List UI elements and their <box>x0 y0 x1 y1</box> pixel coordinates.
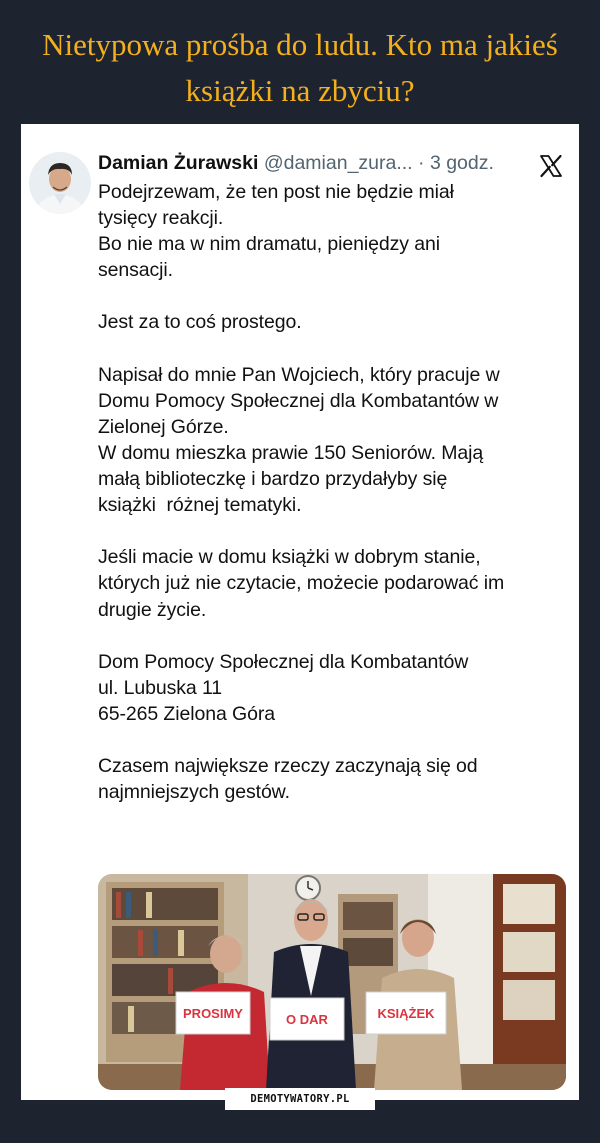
tweet-text-line: Napisał do mnie Pan Wojciech, który prac… <box>98 363 500 386</box>
tweet-text-line: 65-265 Zielona Góra <box>98 702 275 725</box>
avatar[interactable] <box>29 152 91 214</box>
tweet-text-line: drugie życie. <box>98 598 207 621</box>
sign-prosimy: PROSIMY <box>183 1006 243 1021</box>
sign-ksiazek: KSIĄŻEK <box>377 1006 435 1021</box>
tweet-text-line: najmniejszych gestów. <box>98 781 290 804</box>
tweet-text-line: małą biblioteczkę i bardzo przydałyby si… <box>98 468 448 491</box>
tweet-text-line: Jeśli macie w domu książki w dobrym stan… <box>98 546 481 569</box>
tweet-text-line: Czasem największe rzeczy zaczynają się o… <box>98 755 478 778</box>
tweet-text-line: sensacji. <box>98 259 173 282</box>
author-handle[interactable]: @damian_zura... <box>264 152 413 174</box>
tweet-text-line: Domu Pomocy Społecznej dla Kombatantów w <box>98 389 499 412</box>
tweet-text-line: Bo nie ma w nim dramatu, pieniędzy ani <box>98 233 440 256</box>
tweet-text-line: których już nie czytacie, możecie podaro… <box>98 572 505 595</box>
tweet-body: Podejrzewam, że ten post nie będzie miał… <box>98 179 573 805</box>
author-name[interactable]: Damian Żurawski <box>98 152 258 174</box>
tweet-text-line: Jest za to coś prostego. <box>98 311 302 334</box>
tweet-card: Damian Żurawski @damian_zura... · 3 godz… <box>21 124 579 1100</box>
meta-separator: · <box>418 152 425 174</box>
attached-photo[interactable]: PROSIMY O DAR KSIĄŻEK <box>98 874 566 1090</box>
tweet-text-line: książki różnej tematyki. <box>98 494 302 517</box>
page-title: Nietypowa prośba do ludu. Kto ma jakieś … <box>42 27 558 108</box>
tweet-text-line: ul. Lubuska 11 <box>98 676 222 699</box>
tweet-header: Damian Żurawski @damian_zura... · 3 godz… <box>98 148 568 178</box>
tweet-text-line: W domu mieszka prawie 150 Seniorów. Mają <box>98 441 484 464</box>
tweet-text-line: Podejrzewam, że ten post nie będzie miał <box>98 181 454 203</box>
tweet-text-line: Dom Pomocy Społecznej dla Kombatantów <box>98 650 469 673</box>
timestamp[interactable]: 3 godz. <box>430 152 494 174</box>
watermark: DEMOTYWATORY.PL <box>225 1088 375 1110</box>
tweet-text-line: Zielonej Górze. <box>98 415 229 438</box>
x-logo-icon <box>539 154 563 178</box>
sign-o-dar: O DAR <box>286 1012 329 1027</box>
tweet-text-line: tysięcy reakcji. <box>98 207 224 230</box>
